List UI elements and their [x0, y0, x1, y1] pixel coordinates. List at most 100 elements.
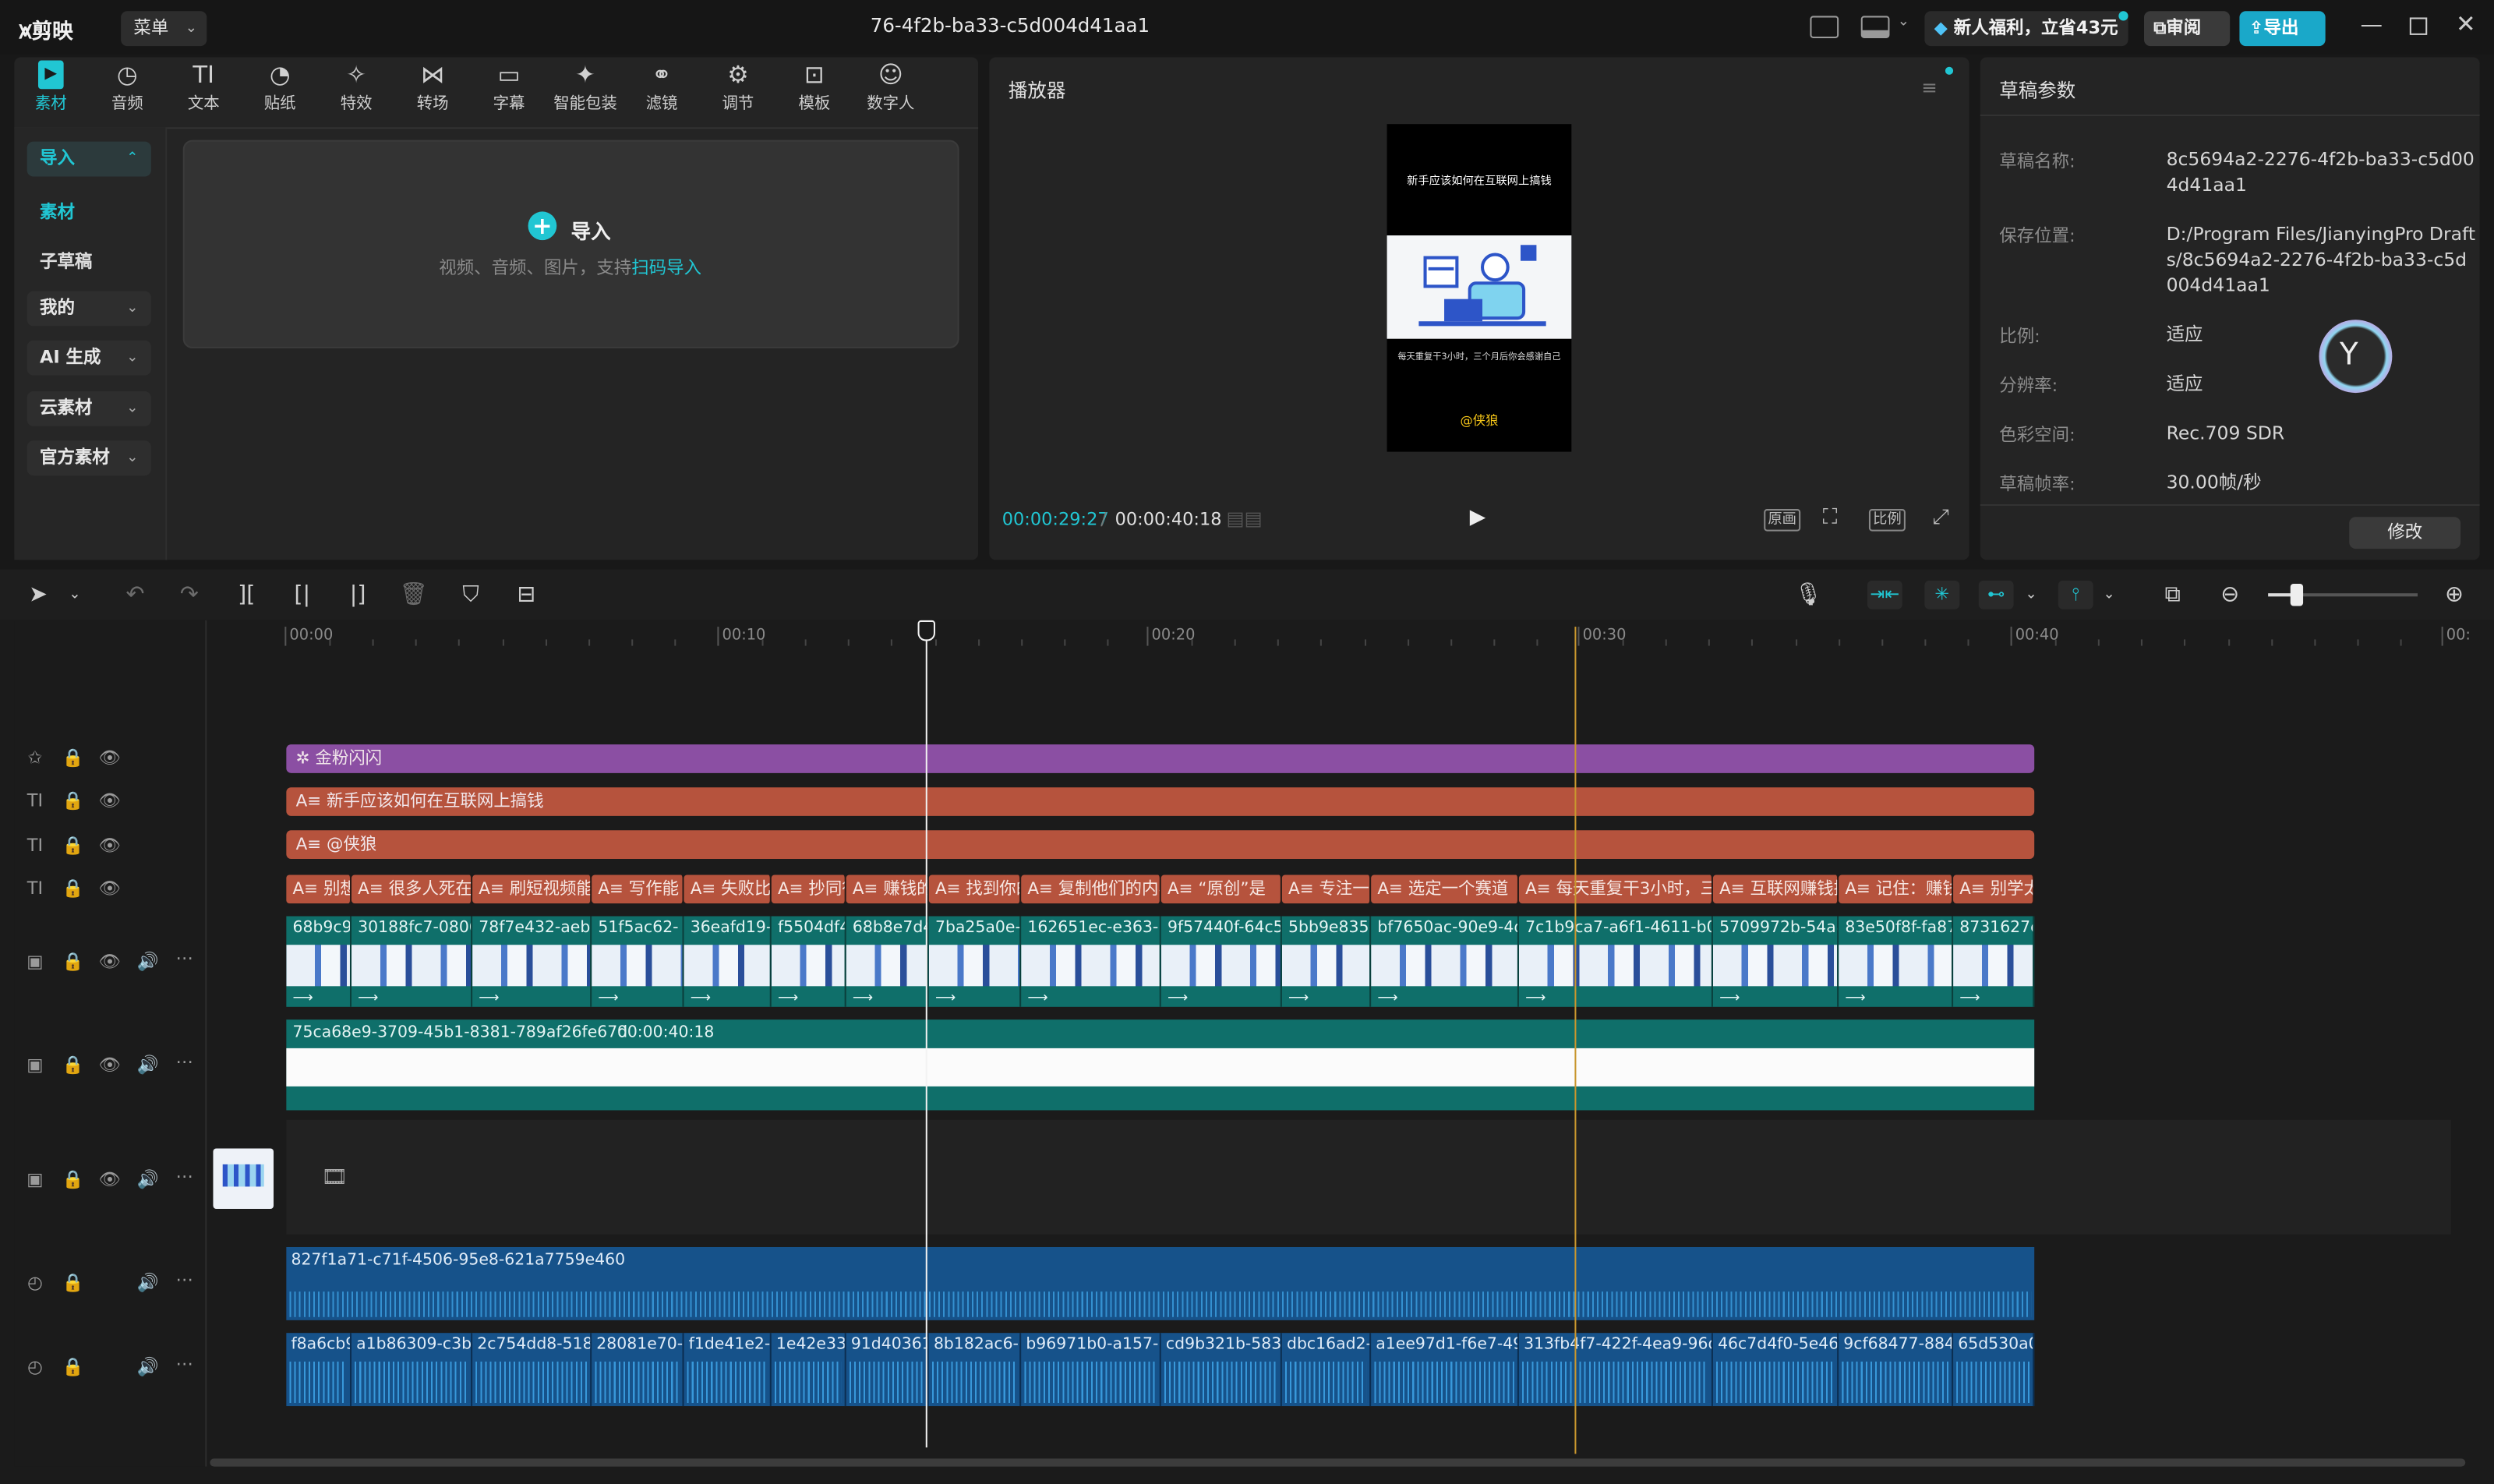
more-icon[interactable]: ⋯	[173, 1270, 196, 1291]
subtitle-clip[interactable]: A≡ 刷短视频能	[472, 874, 592, 904]
voice-clip[interactable]: 46c7d4f0-5e46-	[1712, 1333, 1839, 1407]
subtitle-clip[interactable]: A≡ 失败比	[684, 874, 772, 904]
original-quality-button[interactable]: 原画	[1764, 509, 1801, 532]
marker-icon[interactable]: ⛉	[457, 582, 486, 608]
video-clip[interactable]: 36eafd19- ⟶	[684, 916, 772, 1007]
plus-icon[interactable]: +	[528, 211, 557, 241]
handle-text-clip[interactable]: A≡ @侠狼	[286, 830, 2035, 860]
chevron-down-icon[interactable]: ⌄	[61, 587, 90, 602]
avatar[interactable]: Y	[2319, 320, 2393, 394]
tab-filter[interactable]: ⚭ 滤镜	[627, 61, 697, 113]
promo-button[interactable]: ◆ 新人福利，立省43元	[1924, 11, 2128, 47]
subtitle-clip[interactable]: A≡ “原创”是	[1160, 874, 1282, 904]
volume-icon[interactable]: 🔊	[137, 1055, 160, 1076]
redo-icon[interactable]: ↷	[175, 582, 203, 608]
sidebar-item-ai[interactable]: AI 生成 ⌄	[26, 340, 151, 376]
zoom-out-icon[interactable]: ⊖	[2216, 582, 2245, 608]
split-icon[interactable]: ][	[232, 582, 261, 608]
lock-icon[interactable]: 🔒	[62, 1169, 85, 1190]
video-clip[interactable]: 8731627e ⟶	[1953, 916, 2035, 1007]
eye-icon[interactable]: 👁	[99, 1169, 122, 1190]
tab-template[interactable]: ⊡ 模板	[779, 61, 850, 113]
tab-digital-human[interactable]: ☺ 数字人	[856, 61, 926, 113]
video-clip[interactable]: 162651ec-e363- ⟶	[1021, 916, 1161, 1007]
video-clip[interactable]: 68b8e7d4 ⟶	[846, 916, 929, 1007]
voice-clip[interactable]: dbc16ad2-	[1281, 1333, 1372, 1407]
play-icon[interactable]: ▶	[1470, 506, 1485, 530]
close-icon[interactable]: ✕	[2456, 9, 2476, 38]
tab-transition[interactable]: ⋈ 转场	[397, 61, 468, 113]
tab-smart-pack[interactable]: ✦ 智能包装	[550, 61, 620, 113]
sidebar-item-official[interactable]: 官方素材 ⌄	[26, 440, 151, 476]
linkage-icon[interactable]: ⊷	[1978, 580, 2014, 610]
voice-clip[interactable]: 9cf68477-884	[1839, 1333, 1954, 1407]
subtitle-clip[interactable]: A≡ 抄同行	[771, 874, 846, 904]
volume-icon[interactable]: 🔊	[137, 1273, 160, 1294]
sidebar-item-subdraft[interactable]: 子草稿	[40, 248, 92, 274]
zoom-fit-icon[interactable]: ⧉	[2158, 582, 2187, 608]
voice-clip[interactable]: 65d530a0-	[1953, 1333, 2035, 1407]
export-button[interactable]: ⇪导出	[2239, 11, 2326, 47]
subtitle-clip[interactable]: A≡ 别学太	[1953, 874, 2035, 904]
voice-clip[interactable]: 91d40361	[846, 1333, 929, 1407]
sidebar-item-cloud[interactable]: 云素材 ⌄	[26, 391, 151, 426]
volume-icon[interactable]: 🔊	[137, 951, 160, 972]
lock-icon[interactable]: 🔒	[62, 1273, 85, 1294]
voice-clip[interactable]: f1de41e2-e	[684, 1333, 772, 1407]
chevron-down-icon[interactable]: ⌄	[2017, 587, 2046, 602]
ratio-button[interactable]: 比例	[1868, 509, 1906, 532]
video-clip[interactable]: 83e50f8f-fa87 ⟶	[1839, 916, 1954, 1007]
preview-axis-icon[interactable]: ⫯	[2058, 580, 2093, 610]
playhead[interactable]	[925, 623, 927, 1448]
undo-icon[interactable]: ↶	[121, 582, 150, 608]
voice-clip[interactable]: 8b182ac6-b	[928, 1333, 1022, 1407]
tab-effects[interactable]: ✧ 特效	[321, 61, 391, 113]
video-clip[interactable]: f5504df4 ⟶	[771, 916, 846, 1007]
minimize-icon[interactable]: —	[2361, 12, 2383, 38]
lock-icon[interactable]: 🔒	[62, 835, 85, 856]
tab-subtitle[interactable]: ▭ 字幕	[474, 61, 544, 113]
voice-clip[interactable]: 2c754dd8-518c	[472, 1333, 592, 1407]
menu-button[interactable]: 菜单 ⌄	[121, 11, 207, 47]
chevron-down-icon[interactable]: ⌄	[2095, 587, 2124, 602]
more-icon[interactable]: ⋯	[173, 948, 196, 969]
select-cursor-icon[interactable]: ➤	[24, 582, 53, 608]
eye-icon[interactable]: 👁	[99, 951, 122, 972]
scan-import-link[interactable]: 扫码导入	[631, 258, 701, 279]
eye-icon[interactable]: 👁	[99, 835, 122, 856]
timeline-grid-icon[interactable]: ▤▤	[1226, 507, 1262, 530]
delete-icon[interactable]: 🗑	[399, 582, 428, 608]
voice-clip[interactable]: a1ee97d1-f6e7-49	[1371, 1333, 1519, 1407]
video-clip[interactable]: 5709972b-54a8 ⟶	[1712, 916, 1839, 1007]
sidebar-item-media[interactable]: 素材	[40, 199, 75, 224]
review-button[interactable]: ⧉审阅	[2143, 11, 2231, 47]
video-clip[interactable]: 30188fc7-0806 ⟶	[351, 916, 473, 1007]
lock-icon[interactable]: 🔒	[62, 790, 85, 811]
trim-left-icon[interactable]: [|	[288, 582, 316, 608]
voice-clip[interactable]: b96971b0-a157-	[1021, 1333, 1161, 1407]
video-clip[interactable]: 5bb9e835- ⟶	[1281, 916, 1372, 1007]
fullscreen-icon[interactable]: ⤢	[1933, 506, 1949, 530]
cover-thumbnail[interactable]	[213, 1148, 274, 1210]
lock-icon[interactable]: 🔒	[62, 747, 85, 768]
tab-text[interactable]: TI 文本	[168, 61, 238, 113]
subtitle-clip[interactable]: A≡ 专注一	[1281, 874, 1372, 904]
chevron-down-icon[interactable]: ⌄	[1898, 14, 1909, 30]
zoom-in-icon[interactable]: ⊕	[2440, 582, 2469, 608]
microphone-icon[interactable]: 🎙	[1794, 582, 1823, 608]
lock-icon[interactable]: 🔒	[62, 1357, 85, 1378]
volume-icon[interactable]: 🔊	[137, 1357, 160, 1378]
lock-icon[interactable]: 🔒	[62, 1055, 85, 1076]
more-icon[interactable]: ⋯	[173, 1166, 196, 1187]
subtitle-clip[interactable]: A≡ 找到你的	[928, 874, 1022, 904]
subtitle-clip[interactable]: A≡ 每天重复干3小时，三	[1518, 874, 1713, 904]
sidebar-item-import[interactable]: 导入 ⌃	[26, 141, 151, 177]
subtitle-clip[interactable]: A≡ 写作能	[592, 874, 684, 904]
subtitle-clip[interactable]: A≡ 复制他们的内容	[1021, 874, 1161, 904]
tab-audio[interactable]: ◷ 音频	[92, 61, 162, 113]
lock-icon[interactable]: 🔒	[62, 878, 85, 899]
more-icon[interactable]: ⋯	[173, 1354, 196, 1375]
film-strip-icon[interactable]: 🎞	[321, 1166, 348, 1190]
menu-lines-icon[interactable]: ≡	[1921, 76, 1938, 99]
eye-icon[interactable]: 👁	[99, 1055, 122, 1076]
